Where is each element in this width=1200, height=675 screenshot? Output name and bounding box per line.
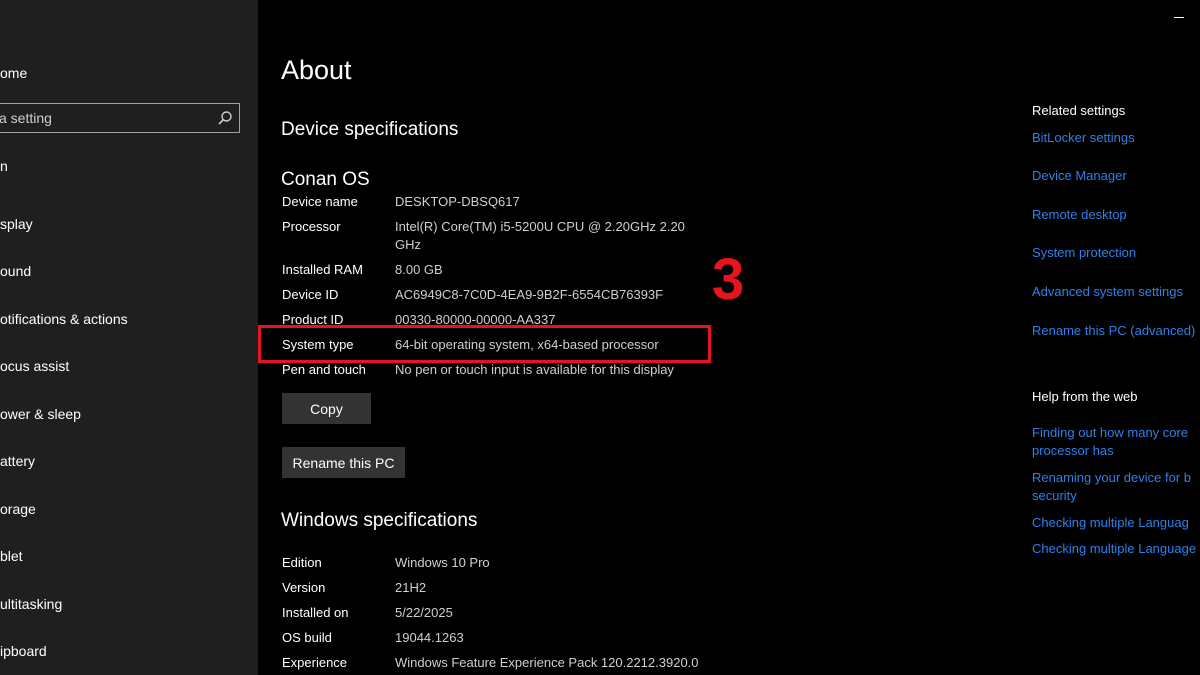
search-input[interactable] [0, 104, 204, 132]
help-link-cores[interactable]: Finding out how many core [1032, 425, 1188, 440]
spec-label-processor: Processor [282, 219, 341, 234]
win-value-os-build: 19044.1263 [395, 630, 464, 645]
help-from-web-heading: Help from the web [1032, 389, 1138, 404]
help-link-languages-1[interactable]: Checking multiple Languag [1032, 515, 1189, 530]
win-value-edition: Windows 10 Pro [395, 555, 490, 570]
win-value-experience: Windows Feature Experience Pack 120.2212… [395, 655, 699, 670]
related-settings-heading: Related settings [1032, 103, 1126, 118]
sidebar: ome n splay ound otifications & actions … [0, 0, 258, 675]
minimize-icon[interactable] [1174, 17, 1184, 18]
spec-value-pen-touch: No pen or touch input is available for t… [395, 362, 674, 377]
win-label-version: Version [282, 580, 326, 595]
spec-value-device-id: AC6949C8-7C0D-4EA9-9B2F-6554CB76393F [395, 287, 664, 302]
spec-value-processor-cont: GHz [395, 237, 421, 252]
rename-pc-button[interactable]: Rename this PC [282, 447, 405, 478]
page-title: About [281, 55, 352, 85]
spec-label-device-name: Device name [282, 194, 358, 209]
sidebar-item-notifications[interactable]: otifications & actions [0, 311, 128, 327]
help-link-cores-line2[interactable]: processor has [1032, 443, 1114, 458]
sidebar-item-system[interactable]: n [0, 158, 8, 174]
sidebar-item-clipboard[interactable]: ipboard [0, 643, 47, 659]
spec-value-processor: Intel(R) Core(TM) i5-5200U CPU @ 2.20GHz… [395, 219, 685, 234]
link-device-manager[interactable]: Device Manager [1032, 168, 1127, 183]
sidebar-item-battery[interactable]: attery [0, 453, 35, 469]
sidebar-item-home[interactable]: ome [0, 65, 27, 81]
system-type-highlight-box [258, 325, 711, 363]
sidebar-item-storage[interactable]: orage [0, 501, 36, 517]
spec-label-ram: Installed RAM [282, 262, 363, 277]
search-field[interactable] [0, 103, 240, 133]
win-label-os-build: OS build [282, 630, 332, 645]
copy-button[interactable]: Copy [282, 393, 371, 424]
spec-value-ram: 8.00 GB [395, 262, 443, 277]
win-value-version: 21H2 [395, 580, 427, 595]
sidebar-item-multitasking[interactable]: ultitasking [0, 596, 62, 612]
link-remote-desktop[interactable]: Remote desktop [1032, 207, 1127, 222]
windows-specifications-heading: Windows specifications [281, 510, 478, 531]
help-link-renaming[interactable]: Renaming your device for b [1032, 470, 1191, 485]
sidebar-item-tablet[interactable]: blet [0, 548, 23, 564]
help-link-renaming-line2[interactable]: security [1032, 488, 1077, 503]
help-link-languages-2[interactable]: Checking multiple Language [1032, 541, 1196, 556]
win-value-installed-on: 5/22/2025 [395, 605, 453, 620]
spec-label-pen-touch: Pen and touch [282, 362, 366, 377]
link-system-protection[interactable]: System protection [1032, 245, 1136, 260]
spec-label-device-id: Device ID [282, 287, 339, 302]
device-specifications-heading: Device specifications [281, 119, 459, 140]
sidebar-item-power-sleep[interactable]: ower & sleep [0, 406, 81, 422]
link-advanced-system-settings[interactable]: Advanced system settings [1032, 284, 1183, 299]
link-bitlocker-settings[interactable]: BitLocker settings [1032, 130, 1135, 145]
win-label-edition: Edition [282, 555, 322, 570]
device-display-name: Conan OS [281, 169, 370, 190]
search-icon[interactable] [217, 110, 233, 126]
link-rename-pc-advanced[interactable]: Rename this PC (advanced) [1032, 323, 1195, 338]
sidebar-item-focus-assist[interactable]: ocus assist [0, 358, 69, 374]
sidebar-item-display[interactable]: splay [0, 216, 33, 232]
step-number-annotation: 3 [712, 247, 745, 312]
win-label-experience: Experience [282, 655, 348, 670]
win-label-installed-on: Installed on [282, 605, 349, 620]
spec-value-device-name: DESKTOP-DBSQ617 [395, 194, 520, 209]
sidebar-item-sound[interactable]: ound [0, 263, 31, 279]
